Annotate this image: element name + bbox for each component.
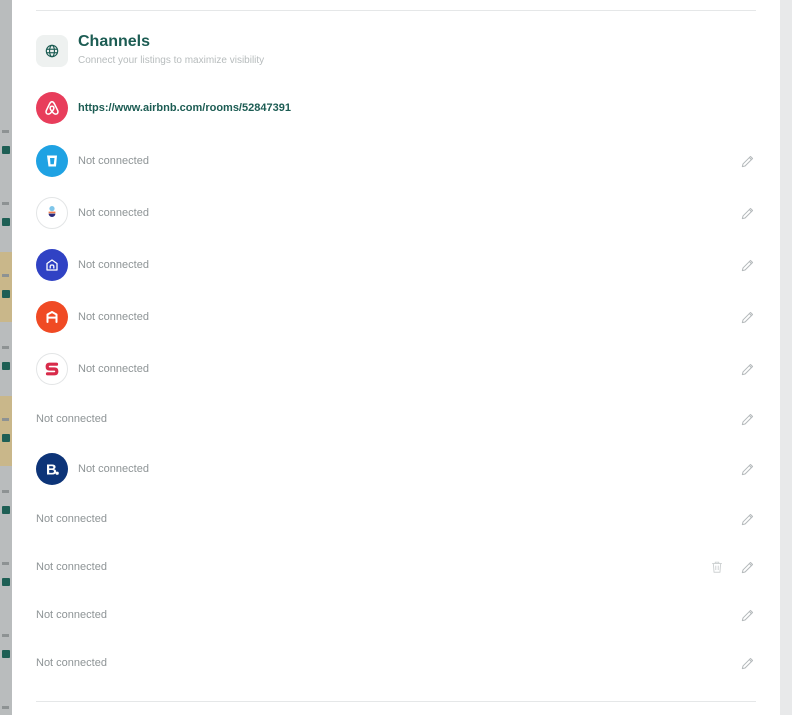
edit-pencil-icon[interactable] xyxy=(738,510,756,528)
edit-pencil-icon[interactable] xyxy=(738,152,756,170)
channel-row: Not connected xyxy=(36,402,756,436)
channel-status: Not connected xyxy=(78,155,149,167)
globe-icon xyxy=(36,35,68,67)
channel-row-airbnb: https://www.airbnb.com/rooms/52847391 xyxy=(36,91,756,125)
channel-status: Not connected xyxy=(78,311,149,323)
background-text xyxy=(2,634,9,637)
airbnb-logo xyxy=(36,92,68,124)
plum-guide-logo xyxy=(36,197,68,229)
channel-row: Not connected xyxy=(36,598,756,632)
channel-status: Not connected xyxy=(36,657,107,669)
channel-status: Not connected xyxy=(36,561,107,573)
background-text xyxy=(2,490,9,493)
channel-status: Not connected xyxy=(78,259,149,271)
background-text xyxy=(2,218,10,226)
background-highlight xyxy=(0,396,12,466)
edit-pencil-icon[interactable] xyxy=(738,460,756,478)
channel-row: Not connected xyxy=(36,646,756,680)
channel-row-booking: B Not connected xyxy=(36,452,756,486)
page-title: Channels xyxy=(78,33,151,50)
svg-text:B: B xyxy=(46,462,57,479)
channel-row: Not connected xyxy=(36,502,756,536)
background-text xyxy=(2,346,9,349)
edit-pencil-icon[interactable] xyxy=(738,256,756,274)
overlay-edge xyxy=(780,0,792,715)
background-text xyxy=(2,202,9,205)
edit-pencil-icon[interactable] xyxy=(738,410,756,428)
edit-pencil-icon[interactable] xyxy=(738,308,756,326)
channel-status: Not connected xyxy=(36,413,107,425)
channel-status: Not connected xyxy=(78,207,149,219)
home-logo xyxy=(36,249,68,281)
background-text xyxy=(2,418,9,421)
channel-row-hometogo: Not connected xyxy=(36,300,756,334)
channel-row-plum-guide: Not connected xyxy=(36,196,756,230)
background-text xyxy=(2,434,10,442)
top-divider xyxy=(36,10,756,11)
channels-panel: Channels Connect your listings to maximi… xyxy=(12,0,780,715)
booking-logo: B xyxy=(36,453,68,485)
background-text xyxy=(2,706,9,709)
background-text xyxy=(2,650,10,658)
background-text xyxy=(2,506,10,514)
background-text xyxy=(2,562,9,565)
background-text xyxy=(2,274,9,277)
page-subtitle: Connect your listings to maximize visibi… xyxy=(78,55,265,66)
edit-pencil-icon[interactable] xyxy=(738,204,756,222)
channel-status: Not connected xyxy=(78,463,149,475)
edit-pencil-icon[interactable] xyxy=(738,654,756,672)
edit-pencil-icon[interactable] xyxy=(738,606,756,624)
trash-icon[interactable] xyxy=(708,558,726,576)
background-text xyxy=(2,578,10,586)
channel-row: Not connected xyxy=(36,550,756,584)
s-logo xyxy=(36,353,68,385)
channel-status: Not connected xyxy=(36,609,107,621)
edit-pencil-icon[interactable] xyxy=(738,360,756,378)
airbnb-listing-link[interactable]: https://www.airbnb.com/rooms/52847391 xyxy=(78,102,291,114)
channel-status: Not connected xyxy=(78,363,149,375)
bottom-divider xyxy=(36,701,756,702)
background-text xyxy=(2,130,9,133)
channel-row-s: Not connected xyxy=(36,352,756,386)
hometogo-logo xyxy=(36,301,68,333)
background-highlight xyxy=(0,252,12,322)
channel-row-vrbo: Not connected xyxy=(36,144,756,178)
background-text xyxy=(2,146,10,154)
vrbo-logo xyxy=(36,145,68,177)
edit-pencil-icon[interactable] xyxy=(738,558,756,576)
background-text xyxy=(2,362,10,370)
background-text xyxy=(2,290,10,298)
channels-header: Channels Connect your listings to maximi… xyxy=(36,34,264,67)
channel-row-home: Not connected xyxy=(36,248,756,282)
channel-status: Not connected xyxy=(36,513,107,525)
